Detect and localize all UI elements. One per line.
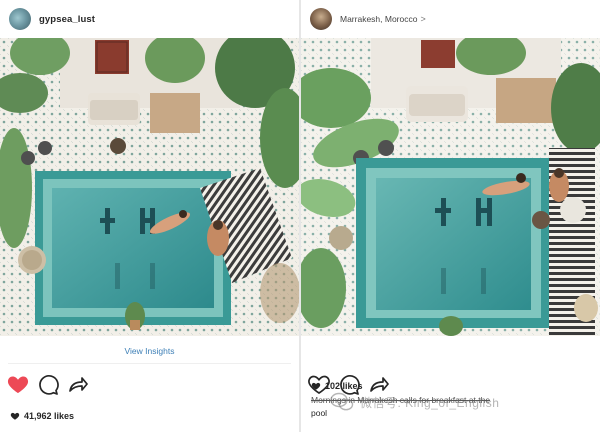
small-heart-icon [10, 412, 20, 420]
watermark-text: 微信号: King_of_English [360, 395, 500, 410]
wechat-icon [330, 392, 354, 411]
post-actions [0, 372, 200, 402]
avatar[interactable] [310, 8, 332, 30]
comment-icon[interactable] [36, 372, 60, 396]
post-photo[interactable] [301, 38, 600, 336]
share-icon[interactable] [66, 372, 90, 396]
small-heart-icon [311, 382, 321, 390]
post-photo[interactable] [0, 38, 299, 336]
location-label[interactable]: Marrakesh, Morocco [340, 14, 417, 24]
riad-pool-photo [301, 38, 600, 336]
post-right: Marrakesh, Morocco > 102 likes Mornings … [301, 0, 600, 432]
post-header: Marrakesh, Morocco > [301, 0, 600, 38]
avatar[interactable] [9, 8, 31, 30]
divider-line [8, 363, 291, 364]
likes-count[interactable]: 41,962 likes [10, 411, 74, 421]
post-header: gypsea_lust [0, 0, 299, 38]
chevron-right-icon: > [420, 14, 426, 24]
heart-icon[interactable] [6, 372, 30, 396]
likes-text: 41,962 likes [24, 411, 75, 421]
watermark: 微信号: King_of_English [330, 388, 590, 416]
post-left: gypsea_lust View Insights 41,962 likes [0, 0, 299, 432]
username[interactable]: gypsea_lust [39, 14, 95, 25]
view-insights-link[interactable]: View Insights [0, 346, 299, 356]
riad-pool-photo [0, 38, 299, 336]
